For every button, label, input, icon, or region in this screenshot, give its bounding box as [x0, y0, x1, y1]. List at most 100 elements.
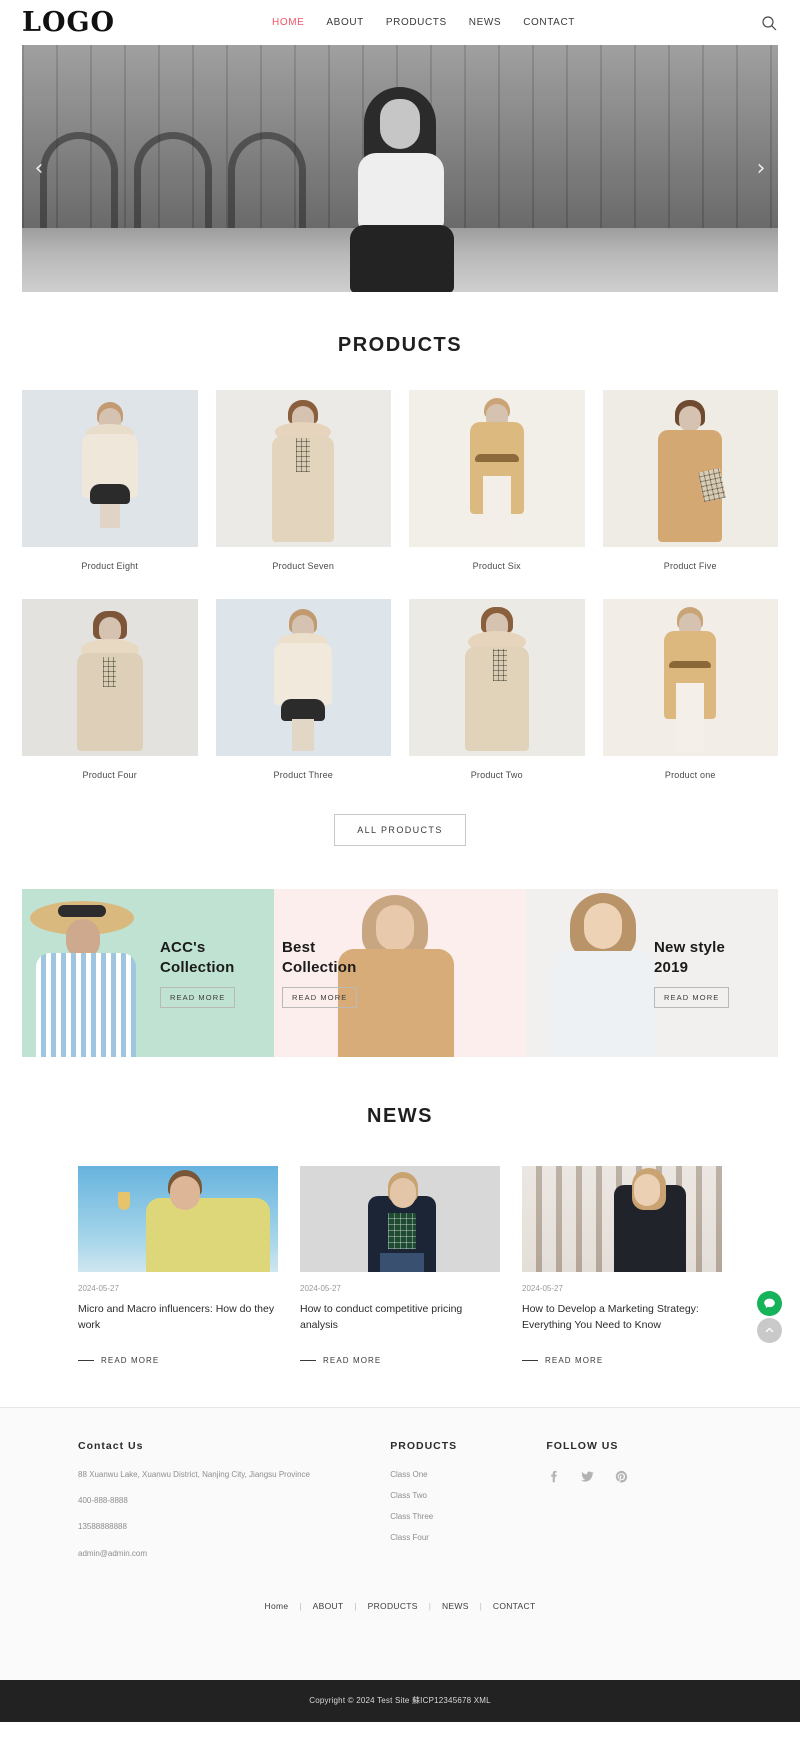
banner-read-more-button[interactable]: READ MORE	[160, 987, 236, 1009]
dash-icon	[522, 1359, 538, 1361]
pinterest-icon[interactable]	[614, 1470, 628, 1484]
product-image[interactable]	[602, 390, 778, 547]
banner-title: New style 2019	[654, 938, 725, 976]
product-card: Product Five	[602, 390, 779, 599]
product-label[interactable]: Product one	[603, 756, 779, 808]
footer-nav-news[interactable]: NEWS	[442, 1601, 469, 1611]
copyright-bar: Copyright © 2024 Test Site 蘇ICP12345678 …	[0, 1679, 800, 1722]
news-headline[interactable]: How to conduct competitive pricing analy…	[300, 1301, 500, 1334]
product-image[interactable]	[22, 390, 198, 547]
promo-banner-newstyle[interactable]: New style 2019 READ MORE	[526, 889, 778, 1057]
product-card: Product Seven	[215, 390, 392, 599]
product-card: Product Four	[22, 599, 198, 808]
carousel-next-arrow[interactable]: ›	[748, 149, 774, 189]
chevron-up-icon[interactable]	[757, 1318, 782, 1343]
news-read-more-label: READ MORE	[101, 1355, 160, 1365]
product-label[interactable]: Product Eight	[22, 547, 198, 599]
news-read-more-link[interactable]: READ MORE	[78, 1356, 278, 1365]
nav-item-home[interactable]: HOME	[272, 17, 304, 28]
carousel-prev-arrow[interactable]: ‹	[26, 149, 52, 189]
product-label[interactable]: Product Two	[409, 756, 585, 808]
all-products-button[interactable]: ALL PRODUCTS	[334, 814, 466, 846]
nav-item-contact[interactable]: CONTACT	[523, 17, 575, 28]
banner-title: ACC's Collection	[160, 938, 235, 976]
news-headline[interactable]: Micro and Macro influencers: How do they…	[78, 1301, 278, 1334]
product-label[interactable]: Product Four	[22, 756, 198, 808]
footer-link-class-four[interactable]: Class Four	[390, 1533, 546, 1542]
social-links	[546, 1470, 722, 1484]
footer-column-products: PRODUCTS Class One Class Two Class Three…	[390, 1440, 546, 1576]
news-date: 2024-05-27	[522, 1284, 563, 1293]
promo-banner-best[interactable]: Best Collection READ MORE	[274, 889, 526, 1057]
product-image[interactable]	[409, 599, 585, 756]
footer-link-class-one[interactable]: Class One	[390, 1470, 546, 1479]
news-image[interactable]	[78, 1166, 278, 1272]
footer-mobile: 13588888888	[78, 1522, 127, 1532]
hero-image	[22, 45, 778, 292]
product-image[interactable]	[215, 390, 391, 547]
dash-icon	[78, 1359, 94, 1361]
footer-email[interactable]: admin@admin.com	[78, 1549, 390, 1559]
dash-icon	[300, 1359, 316, 1361]
footer-nav-separator: |	[299, 1601, 302, 1612]
news-card: 2024-05-27 How to Develop a Marketing St…	[522, 1166, 722, 1365]
banner-read-more-button[interactable]: READ MORE	[282, 987, 358, 1009]
promo-banner-acc[interactable]: ACC's Collection READ MORE	[22, 889, 274, 1057]
banner-model-image	[22, 889, 152, 1057]
news-image[interactable]	[522, 1166, 722, 1272]
banner-read-more-button[interactable]: READ MORE	[654, 987, 730, 1009]
footer-nav-home[interactable]: Home	[265, 1601, 289, 1611]
news-read-more-link[interactable]: READ MORE	[522, 1356, 722, 1365]
product-image[interactable]	[409, 390, 585, 547]
news-image[interactable]	[300, 1166, 500, 1272]
product-card: Product Six	[409, 390, 585, 599]
site-logo[interactable]: LOGO	[22, 9, 272, 36]
nav-item-products[interactable]: PRODUCTS	[386, 17, 447, 28]
footer-columns: Contact Us 88 Xuanwu Lake, Xuanwu Distri…	[78, 1440, 722, 1576]
footer-link-class-two[interactable]: Class Two	[390, 1491, 546, 1500]
news-headline[interactable]: How to Develop a Marketing Strategy: Eve…	[522, 1301, 722, 1334]
search-icon[interactable]	[760, 14, 778, 32]
product-card: Product Three	[215, 599, 392, 808]
footer-link-class-three[interactable]: Class Three	[390, 1512, 546, 1521]
news-card: 2024-05-27 Micro and Macro influencers: …	[78, 1166, 278, 1365]
footer-address: 88 Xuanwu Lake, Xuanwu District, Nanjing…	[78, 1469, 310, 1479]
product-label[interactable]: Product Seven	[216, 547, 392, 599]
product-card: Product one	[602, 599, 779, 808]
twitter-icon[interactable]	[580, 1470, 594, 1484]
all-products-row: ALL PRODUCTS	[22, 814, 778, 846]
news-grid: 2024-05-27 Micro and Macro influencers: …	[0, 1166, 800, 1365]
nav-item-news[interactable]: NEWS	[469, 17, 501, 28]
news-card: 2024-05-27 How to conduct competitive pr…	[300, 1166, 500, 1365]
footer-nav-separator: |	[354, 1601, 357, 1612]
promo-banners: ACC's Collection READ MORE Best Collecti…	[22, 889, 778, 1057]
news-read-more-link[interactable]: READ MORE	[300, 1356, 500, 1365]
product-card: Product Two	[409, 599, 585, 808]
product-grid: Product Eight Product Seven Product Six …	[22, 390, 778, 808]
news-section-title: NEWS	[367, 1105, 433, 1127]
product-image[interactable]	[602, 599, 778, 756]
footer-nav-separator: |	[479, 1601, 482, 1612]
footer-heading-follow: FOLLOW US	[546, 1439, 619, 1452]
footer-nav-about[interactable]: ABOUT	[313, 1601, 344, 1611]
product-label[interactable]: Product Five	[603, 547, 779, 599]
footer-column-follow: FOLLOW US	[546, 1440, 722, 1576]
chat-bubble-icon[interactable]	[757, 1291, 782, 1316]
footer-nav: Home | ABOUT | PRODUCTS | NEWS | CONTACT	[78, 1601, 722, 1611]
footer-nav-products[interactable]: PRODUCTS	[368, 1601, 418, 1611]
facebook-icon[interactable]	[546, 1470, 560, 1484]
product-label[interactable]: Product Six	[409, 547, 585, 599]
product-image[interactable]	[215, 599, 391, 756]
products-section-title: PRODUCTS	[337, 334, 463, 356]
product-label[interactable]: Product Three	[216, 756, 392, 808]
banner-title: Best Collection	[282, 938, 357, 976]
hero-carousel[interactable]: ‹ ›	[22, 45, 778, 292]
news-read-more-label: READ MORE	[545, 1355, 604, 1365]
footer-nav-contact[interactable]: CONTACT	[493, 1601, 536, 1611]
news-read-more-label: READ MORE	[323, 1355, 382, 1365]
banner-model-image	[532, 889, 672, 1057]
site-header: LOGO HOME ABOUT PRODUCTS NEWS CONTACT	[0, 0, 800, 45]
product-image[interactable]	[22, 599, 198, 756]
nav-item-about[interactable]: ABOUT	[326, 17, 363, 28]
footer-heading-products: PRODUCTS	[390, 1439, 458, 1452]
